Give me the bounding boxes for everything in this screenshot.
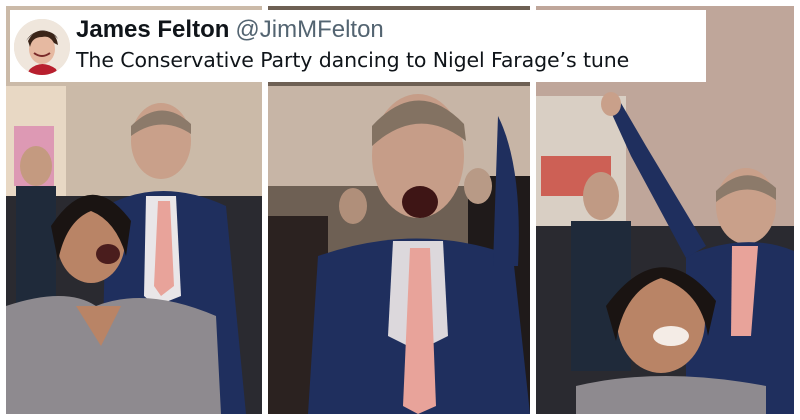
display-name-text[interactable]: James Felton [76, 16, 229, 43]
user-handle[interactable]: @JimMFelton [235, 16, 383, 43]
tweet-text: The Conservative Party dancing to Nigel … [76, 48, 630, 72]
avatar-icon [14, 19, 70, 75]
tweet-header: James Felton @JimMFelton The Conservative… [10, 10, 706, 82]
display-name[interactable]: James Felton @JimMFelton [76, 16, 384, 44]
avatar[interactable] [14, 19, 70, 75]
